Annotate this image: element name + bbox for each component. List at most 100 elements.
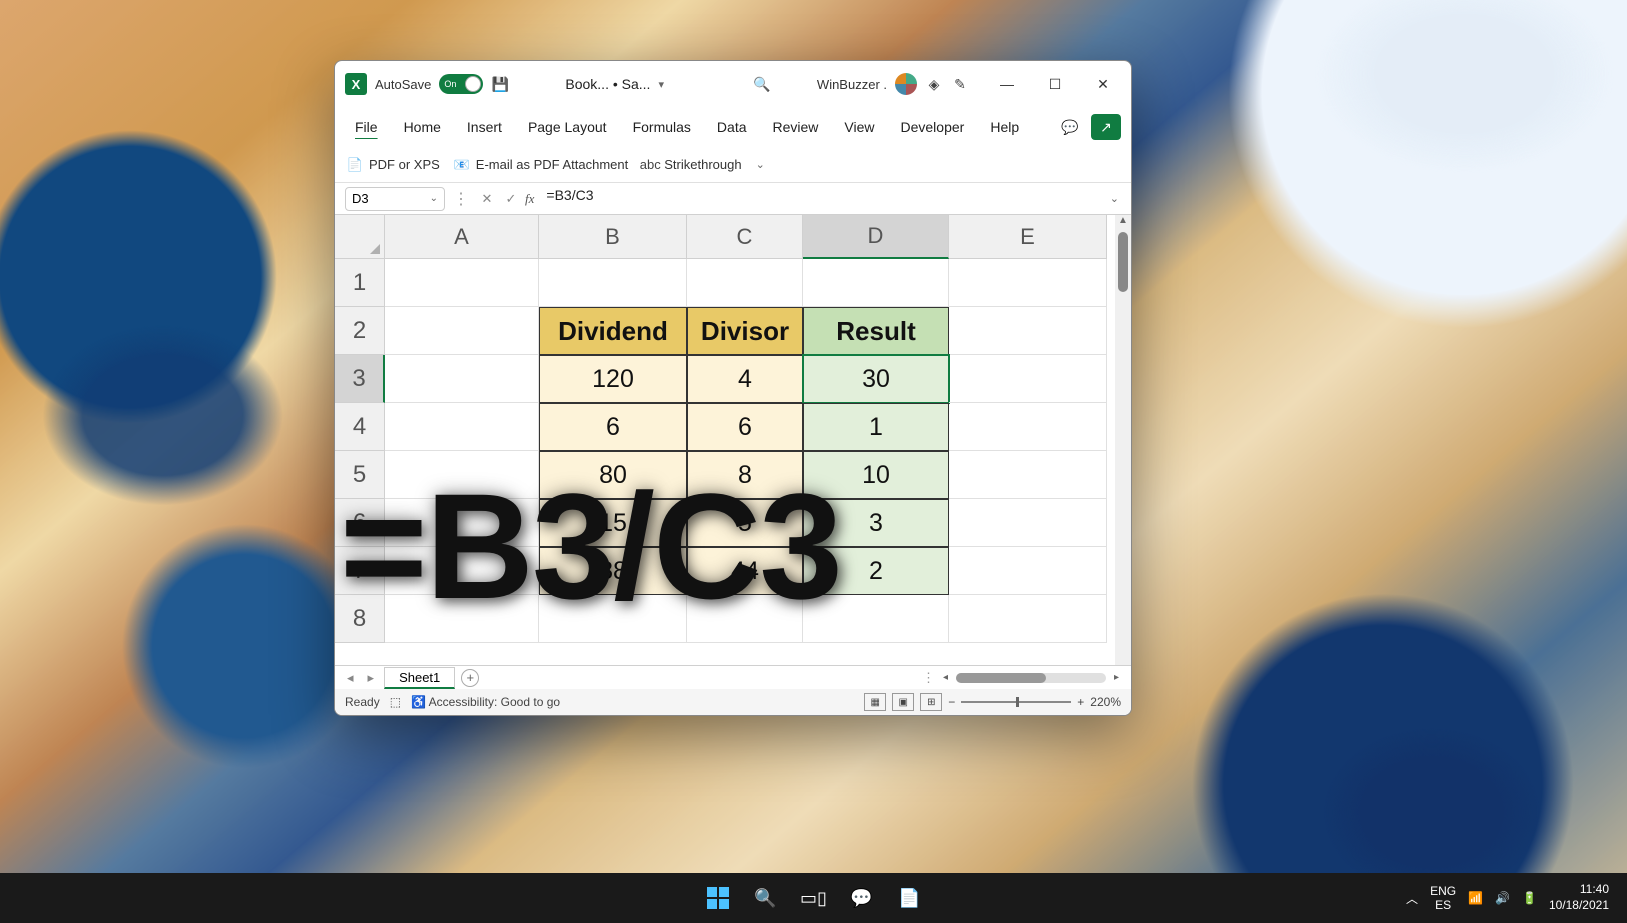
cell-c8[interactable] bbox=[687, 595, 803, 643]
cell-e8[interactable] bbox=[949, 595, 1107, 643]
cell-b6[interactable]: 15 bbox=[539, 499, 687, 547]
cell-b7[interactable]: 88 bbox=[539, 547, 687, 595]
title-dropdown-icon[interactable]: ▾ bbox=[658, 78, 664, 91]
maximize-button[interactable]: ☐ bbox=[1033, 69, 1077, 99]
search-icon[interactable]: 🔍 bbox=[753, 75, 771, 93]
cell-d6[interactable]: 3 bbox=[803, 499, 949, 547]
cell-b3[interactable]: 120 bbox=[539, 355, 687, 403]
vertical-scrollbar[interactable]: ▲ bbox=[1115, 215, 1131, 665]
col-header-d[interactable]: D bbox=[803, 215, 949, 259]
col-header-e[interactable]: E bbox=[949, 215, 1107, 259]
diamond-icon[interactable]: ◈ bbox=[925, 75, 943, 93]
row-header-2[interactable]: 2 bbox=[335, 307, 385, 355]
select-all-corner[interactable] bbox=[335, 215, 385, 259]
start-button[interactable] bbox=[697, 879, 739, 917]
tab-formulas[interactable]: Formulas bbox=[623, 114, 701, 140]
tab-review[interactable]: Review bbox=[763, 114, 829, 140]
col-header-c[interactable]: C bbox=[687, 215, 803, 259]
cell-c4[interactable]: 6 bbox=[687, 403, 803, 451]
user-name[interactable]: WinBuzzer . bbox=[817, 77, 887, 92]
view-page-layout-icon[interactable]: ▣ bbox=[892, 693, 914, 711]
cell-b5[interactable]: 80 bbox=[539, 451, 687, 499]
row-header-7[interactable]: 7 bbox=[335, 547, 385, 595]
cell-e6[interactable] bbox=[949, 499, 1107, 547]
formula-input[interactable]: =B3/C3 bbox=[538, 187, 1101, 211]
cell-d7[interactable]: 2 bbox=[803, 547, 949, 595]
view-page-break-icon[interactable]: ⊞ bbox=[920, 693, 942, 711]
clock[interactable]: 11:4010/18/2021 bbox=[1549, 882, 1609, 913]
autosave-toggle[interactable]: On bbox=[439, 74, 483, 94]
cancel-formula-icon[interactable]: ✕ bbox=[477, 189, 497, 209]
cell-d4[interactable]: 1 bbox=[803, 403, 949, 451]
cell-e4[interactable] bbox=[949, 403, 1107, 451]
cell-b8[interactable] bbox=[539, 595, 687, 643]
name-box[interactable]: D3⌄ bbox=[345, 187, 445, 211]
volume-icon[interactable]: 🔊 bbox=[1495, 891, 1510, 905]
chevron-down-icon[interactable]: ⌄ bbox=[430, 193, 438, 204]
comments-icon[interactable]: 💬 bbox=[1055, 114, 1085, 140]
cell-d3[interactable]: 30 bbox=[803, 355, 949, 403]
cell-a8[interactable] bbox=[385, 595, 539, 643]
cell-a6[interactable] bbox=[385, 499, 539, 547]
view-normal-icon[interactable]: ▦ bbox=[864, 693, 886, 711]
cell-c7[interactable]: 44 bbox=[687, 547, 803, 595]
row-header-3[interactable]: 3 bbox=[335, 355, 385, 403]
tab-help[interactable]: Help bbox=[980, 114, 1029, 140]
share-button[interactable]: ↗ bbox=[1091, 114, 1121, 140]
vscroll-thumb[interactable] bbox=[1118, 232, 1128, 292]
cell-c3[interactable]: 4 bbox=[687, 355, 803, 403]
cell-d5[interactable]: 10 bbox=[803, 451, 949, 499]
cell-d1[interactable] bbox=[803, 259, 949, 307]
qat-email-pdf[interactable]: 📧E-mail as PDF Attachment bbox=[454, 157, 628, 173]
minimize-button[interactable]: — bbox=[985, 69, 1029, 99]
pen-icon[interactable]: ✎ bbox=[951, 75, 969, 93]
cell-d2[interactable]: Result bbox=[803, 307, 949, 355]
close-button[interactable]: ✕ bbox=[1081, 69, 1125, 99]
cell-a7[interactable] bbox=[385, 547, 539, 595]
col-header-a[interactable]: A bbox=[385, 215, 539, 259]
zoom-out-button[interactable]: − bbox=[948, 695, 955, 709]
macro-icon[interactable]: ⬚ bbox=[390, 695, 401, 709]
sheet-tab-1[interactable]: Sheet1 bbox=[384, 667, 455, 689]
tab-developer[interactable]: Developer bbox=[891, 114, 975, 140]
cell-b1[interactable] bbox=[539, 259, 687, 307]
save-icon[interactable]: 💾 bbox=[491, 75, 509, 93]
zoom-in-button[interactable]: + bbox=[1077, 695, 1084, 709]
file-explorer-icon[interactable]: 📄 bbox=[889, 879, 931, 917]
cell-e7[interactable] bbox=[949, 547, 1107, 595]
tab-insert[interactable]: Insert bbox=[457, 114, 512, 140]
add-sheet-button[interactable]: + bbox=[461, 669, 479, 687]
fx-icon[interactable]: fx bbox=[525, 191, 534, 207]
row-header-4[interactable]: 4 bbox=[335, 403, 385, 451]
tray-chevron-icon[interactable]: ︿ bbox=[1406, 890, 1418, 907]
tab-data[interactable]: Data bbox=[707, 114, 757, 140]
cell-a5[interactable] bbox=[385, 451, 539, 499]
document-title[interactable]: Book... • Sa... bbox=[565, 76, 650, 92]
qat-pdf-xps[interactable]: 📄PDF or XPS bbox=[347, 157, 440, 173]
row-header-6[interactable]: 6 bbox=[335, 499, 385, 547]
expand-formula-icon[interactable]: ⌄ bbox=[1106, 192, 1123, 205]
cell-c6[interactable]: 5 bbox=[687, 499, 803, 547]
sheet-nav-next[interactable]: ▸ bbox=[364, 670, 379, 686]
tab-page-layout[interactable]: Page Layout bbox=[518, 114, 617, 140]
row-header-1[interactable]: 1 bbox=[335, 259, 385, 307]
cell-a4[interactable] bbox=[385, 403, 539, 451]
tab-home[interactable]: Home bbox=[394, 114, 451, 140]
cell-e1[interactable] bbox=[949, 259, 1107, 307]
cell-a3[interactable] bbox=[385, 355, 539, 403]
battery-icon[interactable]: 🔋 bbox=[1522, 891, 1537, 905]
cell-e2[interactable] bbox=[949, 307, 1107, 355]
cell-c5[interactable]: 8 bbox=[687, 451, 803, 499]
enter-formula-icon[interactable]: ✓ bbox=[501, 189, 521, 209]
cell-c1[interactable] bbox=[687, 259, 803, 307]
cell-e3[interactable] bbox=[949, 355, 1107, 403]
cell-b4[interactable]: 6 bbox=[539, 403, 687, 451]
row-header-5[interactable]: 5 bbox=[335, 451, 385, 499]
qat-dropdown-icon[interactable]: ⌄ bbox=[756, 158, 765, 171]
taskbar-search-icon[interactable]: 🔍 bbox=[745, 879, 787, 917]
chat-icon[interactable]: 💬 bbox=[841, 879, 883, 917]
cell-b2[interactable]: Dividend bbox=[539, 307, 687, 355]
cell-a2[interactable] bbox=[385, 307, 539, 355]
language-indicator[interactable]: ENGES bbox=[1430, 884, 1456, 913]
accessibility-status[interactable]: ♿ Accessibility: Good to go bbox=[411, 695, 560, 709]
